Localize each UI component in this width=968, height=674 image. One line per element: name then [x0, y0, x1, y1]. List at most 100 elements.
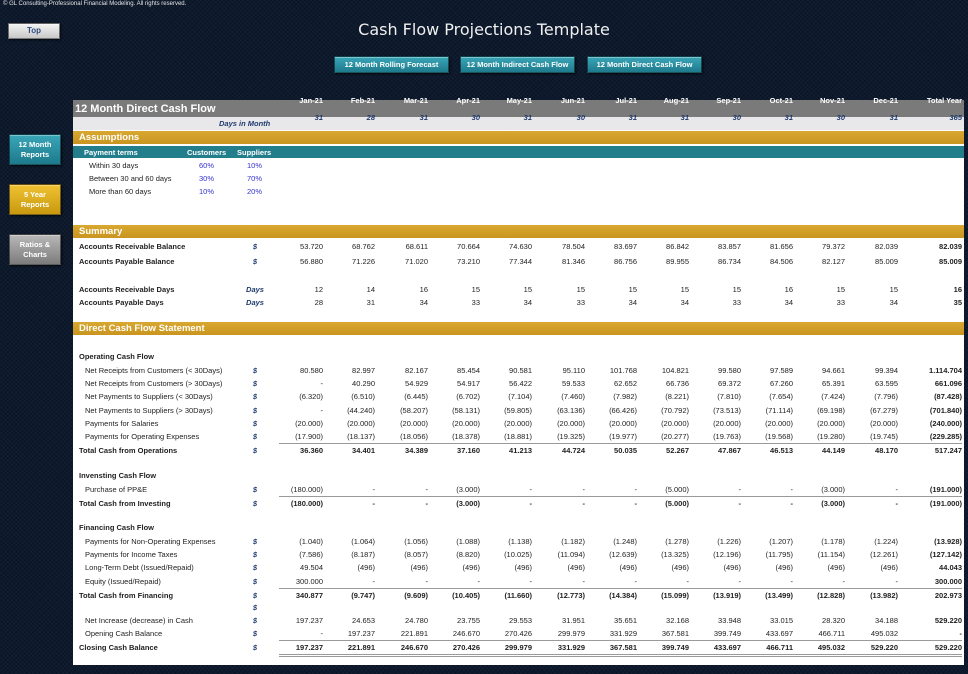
month-value[interactable]: (5.000) — [629, 499, 689, 508]
month-value[interactable]: (12.261) — [838, 550, 898, 559]
month-value[interactable]: (67.279) — [838, 406, 898, 415]
month-value[interactable]: (496) — [629, 563, 689, 572]
month-value[interactable]: (19.763) — [681, 432, 741, 441]
month-value[interactable]: (13.499) — [733, 591, 793, 600]
month-value[interactable]: (20.000) — [785, 419, 845, 428]
month-value[interactable]: (8.057) — [368, 550, 428, 559]
month-value[interactable]: 466.711 — [785, 629, 845, 638]
month-value[interactable]: 34 — [472, 298, 532, 307]
month-value[interactable]: 28.320 — [785, 616, 845, 625]
month-value[interactable]: (20.277) — [629, 432, 689, 441]
month-value[interactable]: (69.198) — [785, 406, 845, 415]
month-value[interactable]: 78.504 — [525, 242, 585, 251]
month-value[interactable]: - — [368, 577, 429, 586]
total-year-value[interactable]: (127.142) — [902, 550, 962, 559]
total-year-value[interactable]: 1.114.704 — [902, 366, 962, 375]
month-value[interactable]: (20.000) — [681, 419, 741, 428]
month-value[interactable]: 331.929 — [577, 629, 637, 638]
month-value[interactable]: 300.000 — [263, 577, 323, 586]
month-value[interactable]: (7.982) — [577, 392, 637, 401]
month-value[interactable]: - — [263, 629, 324, 638]
month-value[interactable]: 85.009 — [838, 257, 898, 266]
total-year-value[interactable]: 35 — [902, 298, 962, 307]
month-value[interactable]: (1.248) — [577, 537, 637, 546]
month-value[interactable]: 399.749 — [629, 643, 689, 652]
suppliers-percent[interactable]: 20% — [247, 187, 262, 196]
month-value[interactable]: 34.188 — [838, 616, 898, 625]
total-year-value[interactable]: (191.000) — [902, 485, 962, 494]
month-value[interactable]: 47.867 — [681, 446, 741, 455]
month-value[interactable]: (8.820) — [420, 550, 480, 559]
month-value[interactable]: - — [681, 499, 742, 508]
month-value[interactable]: (17.900) — [263, 432, 323, 441]
month-value[interactable]: (20.000) — [472, 419, 532, 428]
month-value[interactable]: 367.581 — [629, 629, 689, 638]
month-value[interactable]: 34 — [368, 298, 428, 307]
month-value[interactable]: - — [315, 499, 376, 508]
total-year-value[interactable]: 661.096 — [902, 379, 962, 388]
month-value[interactable]: 95.110 — [525, 366, 585, 375]
month-value[interactable]: 15 — [681, 285, 741, 294]
month-value[interactable]: 68.762 — [315, 242, 375, 251]
month-value[interactable]: 197.237 — [263, 643, 323, 652]
month-value[interactable]: (20.000) — [315, 419, 375, 428]
month-value[interactable]: - — [838, 499, 899, 508]
month-value[interactable]: (496) — [838, 563, 898, 572]
month-value[interactable]: 71.020 — [368, 257, 428, 266]
month-value[interactable]: (19.280) — [785, 432, 845, 441]
month-value[interactable]: 94.661 — [785, 366, 845, 375]
month-value[interactable]: 28 — [263, 298, 323, 307]
month-value[interactable]: 15 — [838, 285, 898, 294]
month-value[interactable]: 34 — [733, 298, 793, 307]
month-value[interactable]: (20.000) — [368, 419, 428, 428]
month-value[interactable]: 82.997 — [315, 366, 375, 375]
month-value[interactable]: - — [315, 577, 376, 586]
month-value[interactable]: 34 — [577, 298, 637, 307]
month-value[interactable]: 82.127 — [785, 257, 845, 266]
month-value[interactable]: 56.422 — [472, 379, 532, 388]
customers-percent[interactable]: 30% — [199, 174, 214, 183]
month-value[interactable]: 70.664 — [420, 242, 480, 251]
month-value[interactable]: 367.581 — [577, 643, 637, 652]
month-value[interactable]: 53.720 — [263, 242, 323, 251]
month-value[interactable]: 433.697 — [733, 629, 793, 638]
month-value[interactable]: - — [525, 577, 586, 586]
month-value[interactable]: - — [420, 577, 481, 586]
month-value[interactable]: (18.881) — [472, 432, 532, 441]
month-value[interactable]: - — [577, 499, 638, 508]
total-year-value[interactable]: (191.000) — [902, 499, 962, 508]
month-value[interactable]: (496) — [577, 563, 637, 572]
month-value[interactable]: (59.805) — [472, 406, 532, 415]
total-year-value[interactable]: 82.039 — [902, 242, 962, 251]
month-value[interactable]: - — [838, 485, 899, 494]
month-value[interactable]: 52.267 — [629, 446, 689, 455]
suppliers-percent[interactable]: 10% — [247, 161, 262, 170]
month-value[interactable]: - — [368, 485, 429, 494]
month-value[interactable]: 15 — [525, 285, 585, 294]
month-value[interactable]: 34 — [629, 298, 689, 307]
month-value[interactable]: (7.810) — [681, 392, 741, 401]
month-value[interactable]: (18.056) — [368, 432, 428, 441]
month-value[interactable]: (11.094) — [525, 550, 585, 559]
month-value[interactable]: 81.346 — [525, 257, 585, 266]
month-value[interactable]: 31.951 — [525, 616, 585, 625]
month-value[interactable]: (12.773) — [525, 591, 585, 600]
customers-percent[interactable]: 60% — [199, 161, 214, 170]
month-value[interactable]: 81.656 — [733, 242, 793, 251]
month-value[interactable]: - — [525, 485, 586, 494]
month-value[interactable]: 221.891 — [315, 643, 375, 652]
total-year-value[interactable]: 85.009 — [902, 257, 962, 266]
month-value[interactable]: (58.207) — [368, 406, 428, 415]
month-value[interactable]: 86.756 — [577, 257, 637, 266]
month-value[interactable]: - — [472, 485, 533, 494]
month-value[interactable]: - — [368, 499, 429, 508]
indirect-cash-flow-button[interactable]: 12 Month Indirect Cash Flow — [460, 56, 575, 73]
month-value[interactable]: (19.977) — [577, 432, 637, 441]
month-value[interactable]: 83.697 — [577, 242, 637, 251]
month-value[interactable]: 82.167 — [368, 366, 428, 375]
month-value[interactable]: (7.586) — [263, 550, 323, 559]
month-value[interactable]: 44.149 — [785, 446, 845, 455]
month-value[interactable]: (7.460) — [525, 392, 585, 401]
direct-cash-flow-button[interactable]: 12 Month Direct Cash Flow — [587, 56, 702, 73]
month-value[interactable]: 495.032 — [785, 643, 845, 652]
